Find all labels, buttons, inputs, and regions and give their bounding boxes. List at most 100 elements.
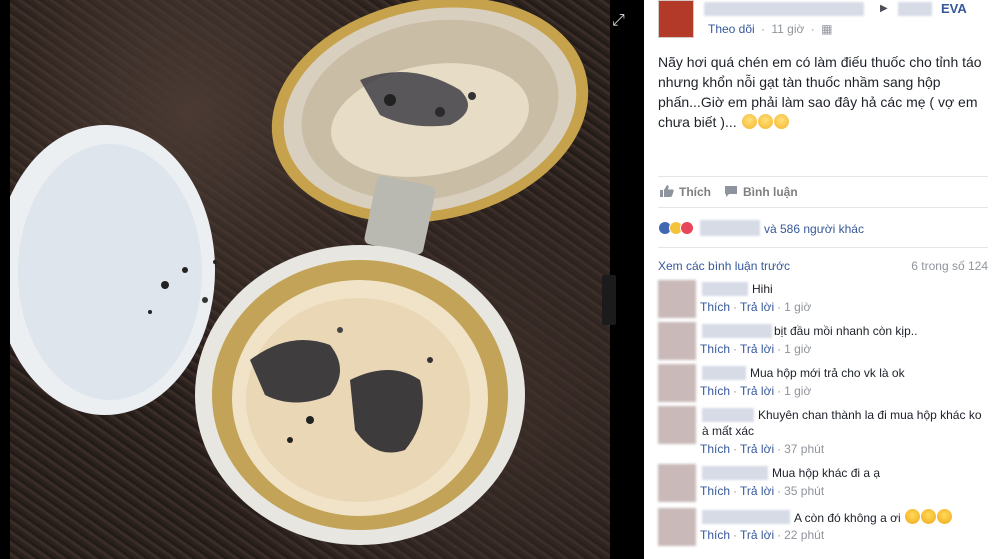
love-reaction-icon [680, 221, 694, 235]
post-actions: Thích Bình luận [658, 182, 988, 204]
comment-like-button[interactable]: Thích [700, 342, 730, 356]
comment-text-continued: à mất xác [702, 424, 755, 438]
grin-emoji-icon [920, 509, 936, 524]
comment-footer: Thích · Trả lời · 1 giờ [700, 300, 811, 314]
comment-time[interactable]: 1 giờ [784, 342, 811, 356]
footer-separator: · [733, 528, 738, 542]
follow-button[interactable]: Theo dõi [708, 22, 755, 36]
comment-time[interactable]: 37 phút [784, 442, 824, 456]
comment-time[interactable]: 1 giờ [784, 300, 811, 314]
footer-separator: · [777, 342, 782, 356]
comment-item: Khuyên chan thành la đi mua hộp khác ko … [658, 406, 998, 462]
comment-footer: Thích · Trả lời · 1 giờ [700, 342, 811, 356]
commenter-avatar[interactable] [658, 280, 696, 318]
commenter-name-blurred[interactable] [702, 324, 772, 338]
comment-icon [725, 186, 737, 197]
footer-separator: · [777, 528, 782, 542]
footer-separator: · [733, 442, 738, 456]
divider [658, 247, 988, 248]
grin-emoji-icon [936, 509, 952, 524]
cold-sweat-emoji-icon [741, 114, 757, 129]
comment-footer: Thích · Trả lời · 37 phút [700, 442, 824, 456]
comment-footer: Thích · Trả lời · 35 phút [700, 484, 824, 498]
post-meta: Theo dõi · 11 giờ · ▦ [708, 22, 832, 36]
comment-reply-button[interactable]: Trả lời [740, 442, 774, 456]
footer-separator: · [733, 300, 738, 314]
footer-separator: · [777, 442, 782, 456]
post-panel: ▶ EVA Theo dõi · 11 giờ · ▦ Nãy hơi quá … [644, 0, 1000, 559]
cold-sweat-emoji-icon [773, 114, 789, 129]
comment-like-button[interactable]: Thích [700, 484, 730, 498]
commenter-name-blurred[interactable] [702, 408, 754, 422]
comments-count: 6 trong số 124 [911, 259, 988, 273]
expand-icon[interactable]: ⤢ [612, 12, 625, 30]
comment-like-button[interactable]: Thích [700, 528, 730, 542]
comment-reply-button[interactable]: Trả lời [740, 300, 774, 314]
post-photo[interactable] [10, 0, 610, 559]
commenter-name-blurred[interactable] [702, 510, 790, 524]
comment-text: bịt đầu mồi nhanh còn kịp.. [774, 324, 918, 338]
comment-reply-button[interactable]: Trả lời [740, 528, 774, 542]
footer-separator: · [733, 384, 738, 398]
commenter-avatar[interactable] [658, 322, 696, 360]
author-name-blurred[interactable] [704, 2, 864, 16]
shared-to-arrow-icon: ▶ [880, 3, 888, 14]
comment-item: A còn đó không a ơi Thích · Trả lời · 22 phú… [658, 508, 998, 552]
commenter-avatar[interactable] [658, 406, 696, 444]
comment-item: Mua hộp khác đi a ạ Thích · Trả lời · 35 phú… [658, 464, 998, 504]
comment-text: Khuyên chan thành la đi mua hộp khác ko [758, 408, 982, 422]
footer-separator: · [777, 300, 782, 314]
footer-separator: · [733, 484, 738, 498]
comment-text-body: A còn đó không a ơi [794, 511, 901, 525]
globe-icon: ▦ [821, 22, 833, 36]
comment-text: Mua hộp mới trả cho vk là ok [750, 366, 905, 380]
photo-viewer: ⤢ [0, 0, 644, 559]
reactor-name-blurred [700, 220, 760, 236]
like-label: Thích [679, 185, 711, 199]
footer-separator: · [777, 384, 782, 398]
comment-text: A còn đó không a ơi [794, 509, 952, 526]
comment-footer: Thích · Trả lời · 22 phút [700, 528, 824, 542]
meta-separator: · [761, 22, 766, 36]
divider [658, 207, 988, 208]
author-avatar[interactable] [658, 0, 694, 38]
commenter-avatar[interactable] [658, 464, 696, 502]
comment-footer: Thích · Trả lời · 1 giờ [700, 384, 811, 398]
post-text-main: Nãy hơi quá chén em có làm điếu thuốc ch… [658, 54, 982, 130]
comment-like-button[interactable]: Thích [700, 384, 730, 398]
meta-separator: · [810, 22, 815, 36]
reactions-summary[interactable]: và 586 người khác [658, 219, 988, 239]
post-time[interactable]: 11 giờ [771, 22, 804, 36]
comment-reply-button[interactable]: Trả lời [740, 384, 774, 398]
comment-item: bịt đầu mồi nhanh còn kịp.. Thích · Trả lờ… [658, 322, 998, 362]
comments-header: Xem các bình luận trước 6 trong số 124 [658, 259, 988, 275]
post-header: ▶ EVA Theo dõi · 11 giờ · ▦ [658, 0, 998, 40]
page-name-prefix-blurred [898, 2, 932, 16]
view-previous-comments[interactable]: Xem các bình luận trước [658, 259, 790, 273]
page-name[interactable]: EVA [941, 1, 967, 16]
photo-scroll-handle[interactable] [602, 275, 616, 325]
divider [658, 176, 988, 177]
comment-label: Bình luận [743, 185, 798, 199]
comment-reply-button[interactable]: Trả lời [740, 484, 774, 498]
compact-powder-photo [10, 0, 589, 545]
comment-reply-button[interactable]: Trả lời [740, 342, 774, 356]
commenter-name-blurred[interactable] [702, 282, 748, 296]
footer-separator: · [777, 484, 782, 498]
thumbs-up-icon [660, 185, 674, 197]
comment-time[interactable]: 35 phút [784, 484, 824, 498]
comment-time[interactable]: 22 phút [784, 528, 824, 542]
post-text: Nãy hơi quá chén em có làm điếu thuốc ch… [658, 52, 988, 132]
comment-like-button[interactable]: Thích [700, 442, 730, 456]
grin-emoji-icon [904, 509, 920, 524]
like-button[interactable]: Thích [660, 185, 711, 199]
commenter-avatar[interactable] [658, 508, 696, 546]
commenter-avatar[interactable] [658, 364, 696, 402]
comment-like-button[interactable]: Thích [700, 300, 730, 314]
comment-time[interactable]: 1 giờ [784, 384, 811, 398]
comment-button[interactable]: Bình luận [724, 185, 798, 199]
commenter-name-blurred[interactable] [702, 466, 768, 480]
comment-text: Hihi [752, 282, 773, 296]
commenter-name-blurred[interactable] [702, 366, 746, 380]
reactions-others[interactable]: và 586 người khác [764, 222, 864, 236]
